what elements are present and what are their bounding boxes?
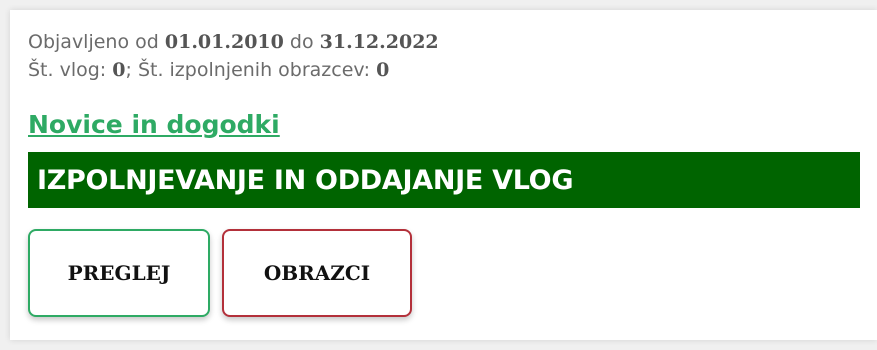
news-and-events-link[interactable]: Novice in dogodki xyxy=(28,109,280,141)
forms-button-label: OBRAZCI xyxy=(263,261,371,285)
publication-date-to: 31.12.2022 xyxy=(319,31,439,53)
section-banner-title: IZPOLNJEVANJE IN ODDAJANJE VLOG xyxy=(37,164,574,196)
forms-button[interactable]: OBRAZCI xyxy=(222,229,412,317)
applications-count-value: 0 xyxy=(112,59,126,81)
applications-count-label: Št. vlog: xyxy=(28,59,107,81)
review-button-label: PREGLEJ xyxy=(67,261,171,285)
section-banner: IZPOLNJEVANJE IN ODDAJANJE VLOG xyxy=(28,152,860,208)
forms-count-label: Št. izpolnjenih obrazcev: xyxy=(137,59,371,81)
publication-connector: do xyxy=(289,31,314,53)
stats-separator: ; xyxy=(125,59,132,81)
publication-date-from: 01.01.2010 xyxy=(164,31,284,53)
applications-card: Objavljeno od 01.01.2010 do 31.12.2022 Š… xyxy=(10,10,877,340)
statistics-line: Št. vlog: 0; Št. izpolnjenih obrazcev: 0 xyxy=(28,58,389,82)
review-button[interactable]: PREGLEJ xyxy=(28,229,210,317)
forms-count-value: 0 xyxy=(376,59,390,81)
publication-prefix: Objavljeno od xyxy=(28,31,159,53)
publication-period: Objavljeno od 01.01.2010 do 31.12.2022 xyxy=(28,30,439,54)
